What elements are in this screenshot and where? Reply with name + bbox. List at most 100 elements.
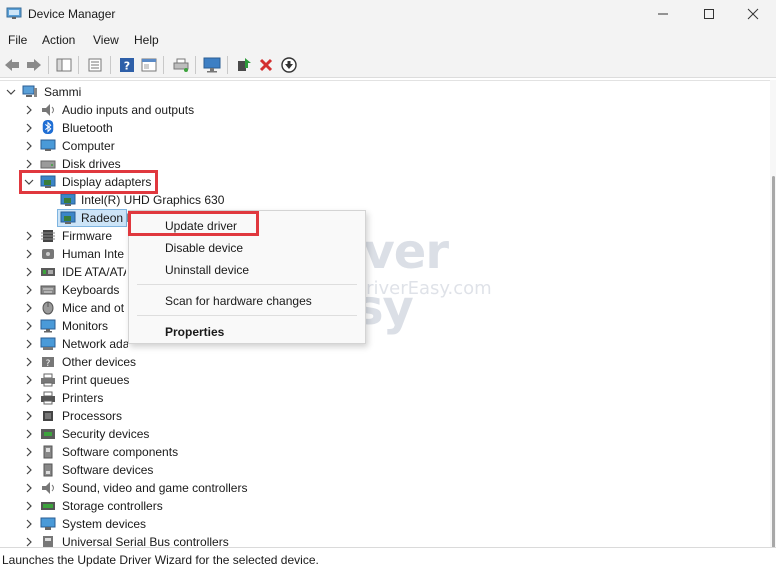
tree-item-label: Security devices (62, 427, 150, 441)
maximize-button[interactable] (686, 0, 732, 28)
other-devices-icon: ? (42, 357, 54, 369)
tree-item-printers[interactable]: Printers (0, 389, 200, 407)
tree-item-label: Network adapters (62, 337, 128, 351)
tree-item-processors[interactable]: Processors (0, 407, 200, 425)
chevron-right-icon (26, 249, 32, 259)
menu-uninstall-device[interactable]: Uninstall device (165, 263, 249, 277)
tree-root[interactable]: Sammi (0, 83, 200, 101)
update-driver-highlight (128, 211, 259, 236)
scrollbar-thumb[interactable] (772, 176, 775, 570)
system-icon (40, 517, 56, 530)
view-button[interactable] (139, 55, 159, 75)
tree-item-storage-controllers[interactable]: Storage controllers (0, 497, 200, 515)
display-adapters-highlight (19, 170, 158, 194)
tree-item-system-devices[interactable]: System devices (0, 515, 200, 533)
disk-drive-icon (40, 160, 56, 169)
chevron-right-icon (26, 339, 32, 349)
tree-item-network-adapters[interactable]: Network adapters (0, 335, 128, 353)
tree-item-computer[interactable]: Computer (0, 137, 230, 155)
tree-item-sound-video[interactable]: Sound, video and game controllers (0, 479, 260, 497)
update-driver-button[interactable] (234, 55, 254, 75)
tree-item-bluetooth[interactable]: Bluetooth (0, 119, 230, 137)
tree-item-monitors[interactable]: Monitors (0, 317, 126, 335)
menu-disable-device[interactable]: Disable device (165, 241, 243, 255)
show-hide-tree-button[interactable] (54, 55, 74, 75)
tree-item-human-interface[interactable]: Human Inte (0, 245, 126, 263)
maximize-icon (704, 9, 714, 19)
vertical-scrollbar[interactable] (770, 80, 776, 570)
toolbar-separator (48, 56, 49, 74)
tree-item-audio[interactable]: Audio inputs and outputs (0, 101, 230, 119)
toolbar-separator (227, 56, 228, 74)
print-button[interactable] (171, 55, 191, 75)
chevron-right-icon (26, 159, 32, 169)
menu-properties[interactable]: Properties (165, 325, 224, 339)
tree-item-mice[interactable]: Mice and ot (0, 299, 126, 317)
tree-item-label: Monitors (62, 319, 109, 333)
tree-item-label: Firmware (62, 229, 112, 243)
view-window-icon (141, 58, 157, 72)
svg-text:?: ? (124, 60, 130, 73)
tree-item-firmware[interactable]: Firmware (0, 227, 126, 245)
software-device-icon (43, 463, 53, 477)
tree-item-print-queues[interactable]: Print queues (0, 371, 200, 389)
printer-icon (41, 391, 55, 405)
tree-item-label: IDE ATA/ATA (62, 265, 126, 279)
chevron-right-icon (26, 267, 32, 277)
monitor-icon (40, 319, 56, 333)
tree-item-security-devices[interactable]: Security devices (0, 425, 200, 443)
tree-item-label: System devices (62, 517, 147, 531)
menu-help[interactable]: Help (134, 33, 159, 47)
svg-text:?: ? (46, 359, 51, 369)
help-button[interactable]: ? (117, 55, 137, 75)
tree-item-ide-ata[interactable]: IDE ATA/ATA (0, 263, 126, 281)
tree-item-label: Disk drives (62, 157, 121, 171)
menu-view[interactable]: View (93, 33, 119, 47)
chevron-right-icon (26, 393, 32, 403)
menu-action[interactable]: Action (42, 33, 75, 47)
tree-item-usb-controllers[interactable]: Universal Serial Bus controllers (0, 533, 240, 547)
tree-item-label: Print queues (62, 373, 130, 387)
tree-item-software-components[interactable]: Software components (0, 443, 200, 461)
close-icon (747, 8, 759, 20)
back-arrow-icon (5, 59, 19, 71)
chevron-right-icon (26, 105, 32, 115)
chevron-right-icon (26, 357, 32, 367)
hid-icon (42, 249, 54, 259)
tree-item-label: Audio inputs and outputs (62, 103, 195, 117)
software-component-icon (43, 445, 53, 459)
enable-device-button[interactable] (279, 55, 299, 75)
menu-scan-hardware[interactable]: Scan for hardware changes (165, 294, 312, 308)
minimize-button[interactable] (640, 0, 686, 28)
tree-item-label: Printers (62, 391, 104, 405)
tree-item-label: Other devices (62, 355, 137, 369)
usb-icon (43, 536, 53, 547)
minimize-icon (658, 13, 668, 15)
bluetooth-icon (42, 120, 54, 134)
chevron-right-icon (26, 483, 32, 493)
forward-button[interactable] (24, 55, 44, 75)
toolbar-separator (163, 56, 164, 74)
tree-item-radeon-selected[interactable]: Radeon I (57, 209, 130, 227)
scan-hardware-button[interactable] (202, 55, 222, 75)
computer-icon (40, 139, 56, 151)
device-manager-icon (6, 7, 22, 19)
toolbar-separator (78, 56, 79, 74)
back-button[interactable] (2, 55, 22, 75)
display-adapter-icon (60, 211, 76, 224)
close-button[interactable] (730, 0, 776, 28)
tree-item-label: Keyboards (62, 283, 120, 297)
menu-file[interactable]: File (8, 33, 27, 47)
chevron-right-icon (26, 321, 32, 331)
uninstall-device-button[interactable] (256, 55, 276, 75)
tree-item-label: Human Inte (62, 247, 125, 261)
tree-item-keyboards[interactable]: Keyboards (0, 281, 126, 299)
print-icon (173, 58, 189, 72)
tree-item-label: Storage controllers (62, 499, 163, 513)
tree-item-other-devices[interactable]: ? Other devices (0, 353, 200, 371)
toolbar-separator (195, 56, 196, 74)
chevron-right-icon (26, 375, 32, 385)
properties-button[interactable] (85, 55, 105, 75)
tree-item-software-devices[interactable]: Software devices (0, 461, 200, 479)
menu-separator (137, 284, 357, 285)
